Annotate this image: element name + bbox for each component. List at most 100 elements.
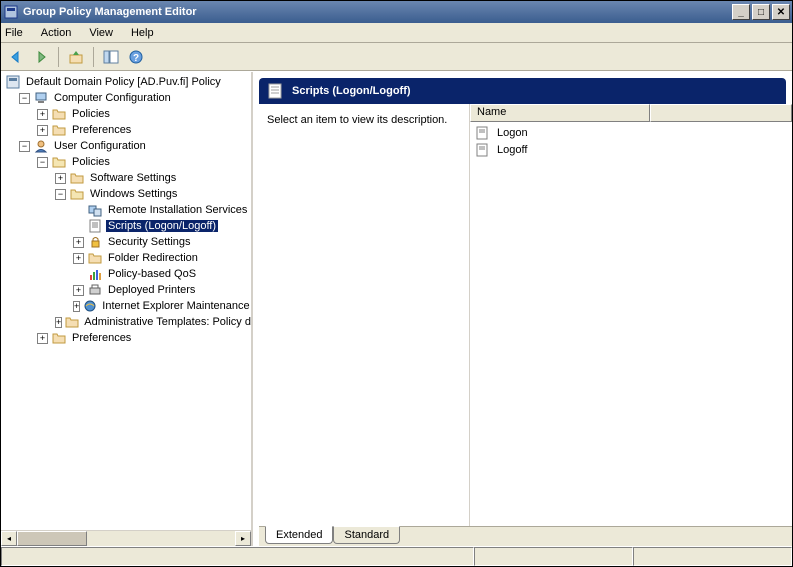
menu-file[interactable]: File — [5, 27, 23, 39]
tree-cc-policies[interactable]: + Policies — [1, 106, 251, 122]
menu-action[interactable]: Action — [41, 27, 72, 39]
expand-icon[interactable]: + — [73, 285, 84, 296]
tree-label: Policies — [70, 156, 112, 168]
policy-icon — [5, 74, 21, 90]
expand-icon[interactable]: + — [55, 317, 62, 328]
status-cell — [474, 547, 633, 566]
tab-extended[interactable]: Extended — [265, 526, 333, 544]
status-cell — [1, 547, 474, 566]
scroll-right-button[interactable]: ▸ — [235, 531, 251, 546]
tree-label: Policy-based QoS — [106, 268, 198, 280]
tree-user-config[interactable]: − User Configuration — [1, 138, 251, 154]
tree-label: Default Domain Policy [AD.Puv.fi] Policy — [24, 76, 223, 88]
up-button[interactable] — [65, 46, 87, 68]
expand-icon[interactable]: + — [37, 109, 48, 120]
tree-label: Deployed Printers — [106, 284, 197, 296]
window-title: Group Policy Management Editor — [23, 6, 732, 18]
tree-label: Remote Installation Services — [106, 204, 249, 216]
collapse-icon[interactable]: − — [19, 141, 30, 152]
tree-label: Policies — [70, 108, 112, 120]
folder-open-icon — [69, 186, 85, 202]
list-item[interactable]: Logon — [474, 124, 788, 141]
ie-icon — [83, 298, 97, 314]
maximize-button[interactable]: □ — [752, 4, 770, 20]
script-item-icon — [474, 125, 490, 141]
minimize-button[interactable]: _ — [732, 4, 750, 20]
expand-icon[interactable]: + — [73, 253, 84, 264]
folder-icon — [87, 250, 103, 266]
tree-cc-preferences[interactable]: + Preferences — [1, 122, 251, 138]
description-prompt: Select an item to view its description. — [267, 114, 447, 126]
toolbar: ? — [1, 43, 792, 71]
tree-label: Administrative Templates: Policy definit… — [82, 316, 251, 328]
svg-text:?: ? — [133, 53, 139, 64]
security-icon — [87, 234, 103, 250]
expand-icon[interactable]: + — [37, 333, 48, 344]
tree-label: User Configuration — [52, 140, 148, 152]
scripts-icon — [87, 218, 103, 234]
tree-label: Windows Settings — [88, 188, 179, 200]
tree-pane: Default Domain Policy [AD.Puv.fi] Policy… — [1, 72, 253, 546]
tree-windows-settings[interactable]: − Windows Settings — [1, 186, 251, 202]
help-button[interactable]: ? — [125, 46, 147, 68]
folder-icon — [65, 314, 79, 330]
menu-view[interactable]: View — [89, 27, 113, 39]
tree-folder-redirection[interactable]: + Folder Redirection — [1, 250, 251, 266]
tree-ie-maintenance[interactable]: + Internet Explorer Maintenance — [1, 298, 251, 314]
list-item-label: Logoff — [497, 144, 527, 156]
tree-security-settings[interactable]: + Security Settings — [1, 234, 251, 250]
menu-help[interactable]: Help — [131, 27, 154, 39]
tree-computer-config[interactable]: − Computer Configuration — [1, 90, 251, 106]
script-item-icon — [474, 142, 490, 158]
tree-label: Preferences — [70, 332, 133, 344]
tree-horizontal-scrollbar[interactable]: ◂ ▸ — [1, 530, 251, 546]
computer-icon — [33, 90, 49, 106]
details-header: Scripts (Logon/Logoff) — [259, 78, 786, 104]
tree-scripts[interactable]: Scripts (Logon/Logoff) — [1, 218, 251, 234]
tree-software-settings[interactable]: + Software Settings — [1, 170, 251, 186]
tree[interactable]: Default Domain Policy [AD.Puv.fi] Policy… — [1, 72, 251, 530]
folder-icon — [51, 106, 67, 122]
expand-icon[interactable]: + — [55, 173, 66, 184]
titlebar: Group Policy Management Editor _ □ ✕ — [1, 1, 792, 23]
tree-label: Scripts (Logon/Logoff) — [106, 220, 218, 232]
tree-root[interactable]: Default Domain Policy [AD.Puv.fi] Policy — [1, 74, 251, 90]
folder-icon — [69, 170, 85, 186]
tree-policy-qos[interactable]: Policy-based QoS — [1, 266, 251, 282]
tab-standard[interactable]: Standard — [333, 526, 400, 544]
scroll-left-button[interactable]: ◂ — [1, 531, 17, 546]
expand-icon[interactable]: + — [37, 125, 48, 136]
tree-label: Computer Configuration — [52, 92, 173, 104]
close-button[interactable]: ✕ — [772, 4, 790, 20]
collapse-icon[interactable]: − — [37, 157, 48, 168]
status-cell — [633, 547, 792, 566]
printer-icon — [87, 282, 103, 298]
tree-admin-templates[interactable]: + Administrative Templates: Policy defin… — [1, 314, 251, 330]
list-item[interactable]: Logoff — [474, 141, 788, 158]
description-column: Select an item to view its description. — [259, 104, 469, 526]
tree-deployed-printers[interactable]: + Deployed Printers — [1, 282, 251, 298]
back-button[interactable] — [5, 46, 27, 68]
qos-icon — [87, 266, 103, 282]
column-header-blank[interactable] — [650, 104, 792, 122]
scripts-icon — [267, 83, 283, 99]
list-header: Name — [470, 104, 792, 122]
collapse-icon[interactable]: − — [19, 93, 30, 104]
details-tabstrip: Extended Standard — [259, 526, 792, 546]
forward-button[interactable] — [30, 46, 52, 68]
tree-uc-preferences[interactable]: + Preferences — [1, 330, 251, 346]
remote-install-icon — [87, 202, 103, 218]
tree-label: Internet Explorer Maintenance — [100, 300, 251, 312]
tree-label: Preferences — [70, 124, 133, 136]
app-icon — [3, 4, 19, 20]
column-header-name[interactable]: Name — [470, 104, 650, 122]
list-column: Name Logon Logoff — [469, 104, 792, 526]
collapse-icon[interactable]: − — [55, 189, 66, 200]
list-item-label: Logon — [497, 127, 528, 139]
scroll-thumb[interactable] — [17, 531, 87, 546]
tree-uc-policies[interactable]: − Policies — [1, 154, 251, 170]
tree-remote-install[interactable]: Remote Installation Services — [1, 202, 251, 218]
show-hide-tree-button[interactable] — [100, 46, 122, 68]
expand-icon[interactable]: + — [73, 301, 80, 312]
expand-icon[interactable]: + — [73, 237, 84, 248]
